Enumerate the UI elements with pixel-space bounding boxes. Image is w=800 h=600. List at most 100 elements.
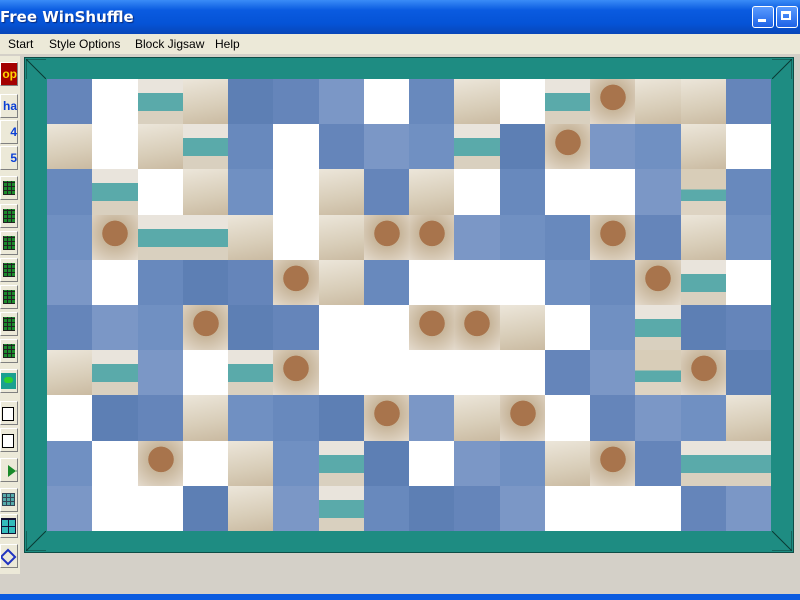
puzzle-tile[interactable] <box>544 124 591 171</box>
minimize-button[interactable] <box>752 6 774 28</box>
puzzle-tile[interactable] <box>273 169 320 216</box>
grid-size-button-1[interactable] <box>0 176 18 200</box>
puzzle-tile[interactable] <box>725 440 771 487</box>
puzzle-tile[interactable] <box>92 440 139 487</box>
puzzle-tile[interactable] <box>409 259 455 306</box>
puzzle-tile[interactable] <box>680 350 727 397</box>
puzzle-tile[interactable] <box>363 350 410 397</box>
puzzle-tile[interactable] <box>590 440 636 487</box>
puzzle-tile[interactable] <box>454 485 501 531</box>
puzzle-tile[interactable] <box>725 395 771 442</box>
puzzle-tile[interactable] <box>228 485 274 531</box>
puzzle-tile[interactable] <box>725 124 771 171</box>
puzzle-tile[interactable] <box>363 214 410 261</box>
puzzle-tile[interactable] <box>725 214 771 261</box>
puzzle-tile[interactable] <box>137 259 184 306</box>
puzzle-tile[interactable] <box>92 169 139 216</box>
puzzle-tile[interactable] <box>680 124 727 171</box>
puzzle-tile[interactable] <box>590 395 636 442</box>
puzzle-tile[interactable] <box>680 214 727 261</box>
puzzle-tile[interactable] <box>454 169 501 216</box>
puzzle-tile[interactable] <box>635 214 682 261</box>
menu-start[interactable]: Start <box>8 37 33 51</box>
puzzle-tile[interactable] <box>47 169 93 216</box>
maximize-button[interactable] <box>776 6 798 28</box>
puzzle-tile[interactable] <box>92 305 139 351</box>
stop-button[interactable]: op <box>0 62 18 86</box>
puzzle-tile[interactable] <box>680 485 727 531</box>
puzzle-tile[interactable] <box>182 124 229 171</box>
puzzle-tile[interactable] <box>635 124 682 171</box>
puzzle-tile[interactable] <box>499 440 546 487</box>
puzzle-tile[interactable] <box>590 305 636 351</box>
puzzle-tile[interactable] <box>228 79 274 125</box>
puzzle-tile[interactable] <box>47 350 93 397</box>
puzzle-tile[interactable] <box>318 440 365 487</box>
puzzle-tile[interactable] <box>273 395 320 442</box>
grid-size-button-5[interactable] <box>0 285 18 309</box>
puzzle-tile[interactable] <box>635 305 682 351</box>
puzzle-tile[interactable] <box>635 395 682 442</box>
puzzle-tile[interactable] <box>92 350 139 397</box>
puzzle-tile[interactable] <box>680 79 727 125</box>
puzzle-tile[interactable] <box>182 214 229 261</box>
puzzle-tile[interactable] <box>92 485 139 531</box>
puzzle-tile[interactable] <box>363 395 410 442</box>
puzzle-tile[interactable] <box>363 305 410 351</box>
flip-button[interactable] <box>0 458 18 482</box>
puzzle-tile[interactable] <box>680 440 727 487</box>
puzzle-tile[interactable] <box>47 305 93 351</box>
puzzle-tile[interactable] <box>635 259 682 306</box>
puzzle-tile[interactable] <box>137 214 184 261</box>
puzzle-tile[interactable] <box>680 305 727 351</box>
puzzle-tile[interactable] <box>182 485 229 531</box>
puzzle-tile[interactable] <box>590 214 636 261</box>
puzzle-tile[interactable] <box>92 79 139 125</box>
puzzle-tile[interactable] <box>228 214 274 261</box>
puzzle-tile[interactable] <box>725 350 771 397</box>
puzzle-tile[interactable] <box>499 214 546 261</box>
puzzle-tile[interactable] <box>544 485 591 531</box>
grid-size-button-3[interactable] <box>0 231 18 255</box>
puzzle-tile[interactable] <box>680 259 727 306</box>
puzzle-tile[interactable] <box>137 485 184 531</box>
puzzle-tile[interactable] <box>635 79 682 125</box>
puzzle-tile[interactable] <box>635 169 682 216</box>
puzzle-tile[interactable] <box>590 79 636 125</box>
puzzle-tile[interactable] <box>409 169 455 216</box>
puzzle-tile[interactable] <box>228 169 274 216</box>
puzzle-tile[interactable] <box>137 79 184 125</box>
puzzle-tile[interactable] <box>182 169 229 216</box>
puzzle-tile[interactable] <box>273 350 320 397</box>
puzzle-tile[interactable] <box>273 440 320 487</box>
puzzle-board[interactable] <box>47 79 771 531</box>
puzzle-tile[interactable] <box>544 350 591 397</box>
picture-button[interactable] <box>0 369 18 393</box>
grid-size-button-7[interactable] <box>0 339 18 363</box>
puzzle-tile[interactable] <box>47 440 93 487</box>
puzzle-tile[interactable] <box>92 124 139 171</box>
puzzle-tile[interactable] <box>228 440 274 487</box>
grid-size-button-2[interactable] <box>0 204 18 228</box>
puzzle-tile[interactable] <box>725 259 771 306</box>
puzzle-tile[interactable] <box>318 395 365 442</box>
puzzle-tile[interactable] <box>273 79 320 125</box>
puzzle-tile[interactable] <box>92 395 139 442</box>
shape-button[interactable]: ha <box>0 94 18 118</box>
menu-block-jigsaw[interactable]: Block Jigsaw <box>135 37 204 51</box>
puzzle-tile[interactable] <box>454 305 501 351</box>
puzzle-tile[interactable] <box>137 124 184 171</box>
puzzle-tile[interactable] <box>47 395 93 442</box>
puzzle-tile[interactable] <box>725 169 771 216</box>
puzzle-tile[interactable] <box>273 259 320 306</box>
puzzle-tile[interactable] <box>635 350 682 397</box>
puzzle-tile[interactable] <box>409 485 455 531</box>
puzzle-tile[interactable] <box>363 440 410 487</box>
puzzle-tile[interactable] <box>363 259 410 306</box>
puzzle-tile[interactable] <box>454 124 501 171</box>
puzzle-tile[interactable] <box>544 214 591 261</box>
puzzle-tile[interactable] <box>590 124 636 171</box>
puzzle-tile[interactable] <box>409 350 455 397</box>
puzzle-tile[interactable] <box>680 395 727 442</box>
coarse-grid-button[interactable] <box>0 514 18 538</box>
